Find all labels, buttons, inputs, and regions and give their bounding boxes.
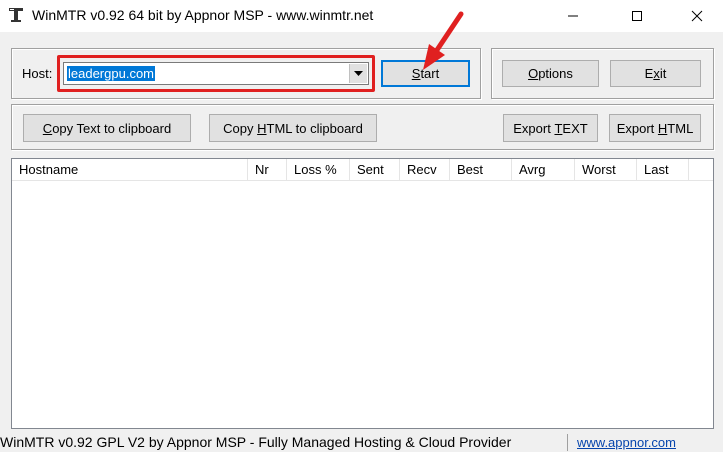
chevron-down-icon — [354, 70, 363, 76]
column-nr[interactable]: Nr — [248, 159, 287, 181]
title-bar: WinMTR v0.92 64 bit by Appnor MSP - www.… — [0, 0, 723, 32]
host-combobox[interactable]: leadergpu.com — [63, 62, 369, 85]
annotation-arrow-icon — [423, 11, 464, 70]
close-button[interactable] — [674, 0, 720, 32]
exit-button[interactable]: Ex it — [610, 60, 701, 87]
results-table[interactable]: Hostname Nr Loss % Sent Recv Best Avrg W… — [11, 158, 714, 429]
export-text-button[interactable]: Export T EXT — [503, 114, 598, 142]
host-label: Host: — [22, 66, 53, 81]
column-loss[interactable]: Loss % — [287, 159, 350, 181]
column-last[interactable]: Last — [637, 159, 689, 181]
window-title: WinMTR v0.92 64 bit by Appnor MSP - www.… — [32, 7, 374, 23]
options-button[interactable]: Options — [502, 60, 599, 87]
column-recv[interactable]: Recv — [400, 159, 450, 181]
close-icon — [691, 10, 703, 22]
column-avrg[interactable]: Avrg — [512, 159, 575, 181]
appnor-link[interactable]: www.appnor.com — [577, 435, 676, 450]
column-sent[interactable]: Sent — [350, 159, 400, 181]
column-hostname[interactable]: Hostname — [12, 159, 248, 181]
table-header: Hostname Nr Loss % Sent Recv Best Avrg W… — [12, 159, 713, 181]
column-best[interactable]: Best — [450, 159, 512, 181]
copy-html-button[interactable]: Copy H TML to clipboard — [209, 114, 377, 142]
host-dropdown-button[interactable] — [349, 64, 367, 83]
status-text: WinMTR v0.92 GPL V2 by Appnor MSP - Full… — [0, 434, 512, 450]
export-html-button[interactable]: Export H TML — [609, 114, 701, 142]
copy-text-button[interactable]: Copy Text to clipboard — [23, 114, 191, 142]
maximize-icon — [632, 11, 642, 21]
minimize-button[interactable] — [550, 0, 596, 32]
column-worst[interactable]: Worst — [575, 159, 637, 181]
maximize-button[interactable] — [614, 0, 660, 32]
minimize-icon — [568, 15, 578, 17]
winmtr-app-icon — [9, 8, 23, 22]
status-separator — [567, 434, 568, 451]
host-input-value[interactable]: leadergpu.com — [67, 66, 155, 81]
status-bar: WinMTR v0.92 GPL V2 by Appnor MSP - Full… — [0, 432, 723, 452]
